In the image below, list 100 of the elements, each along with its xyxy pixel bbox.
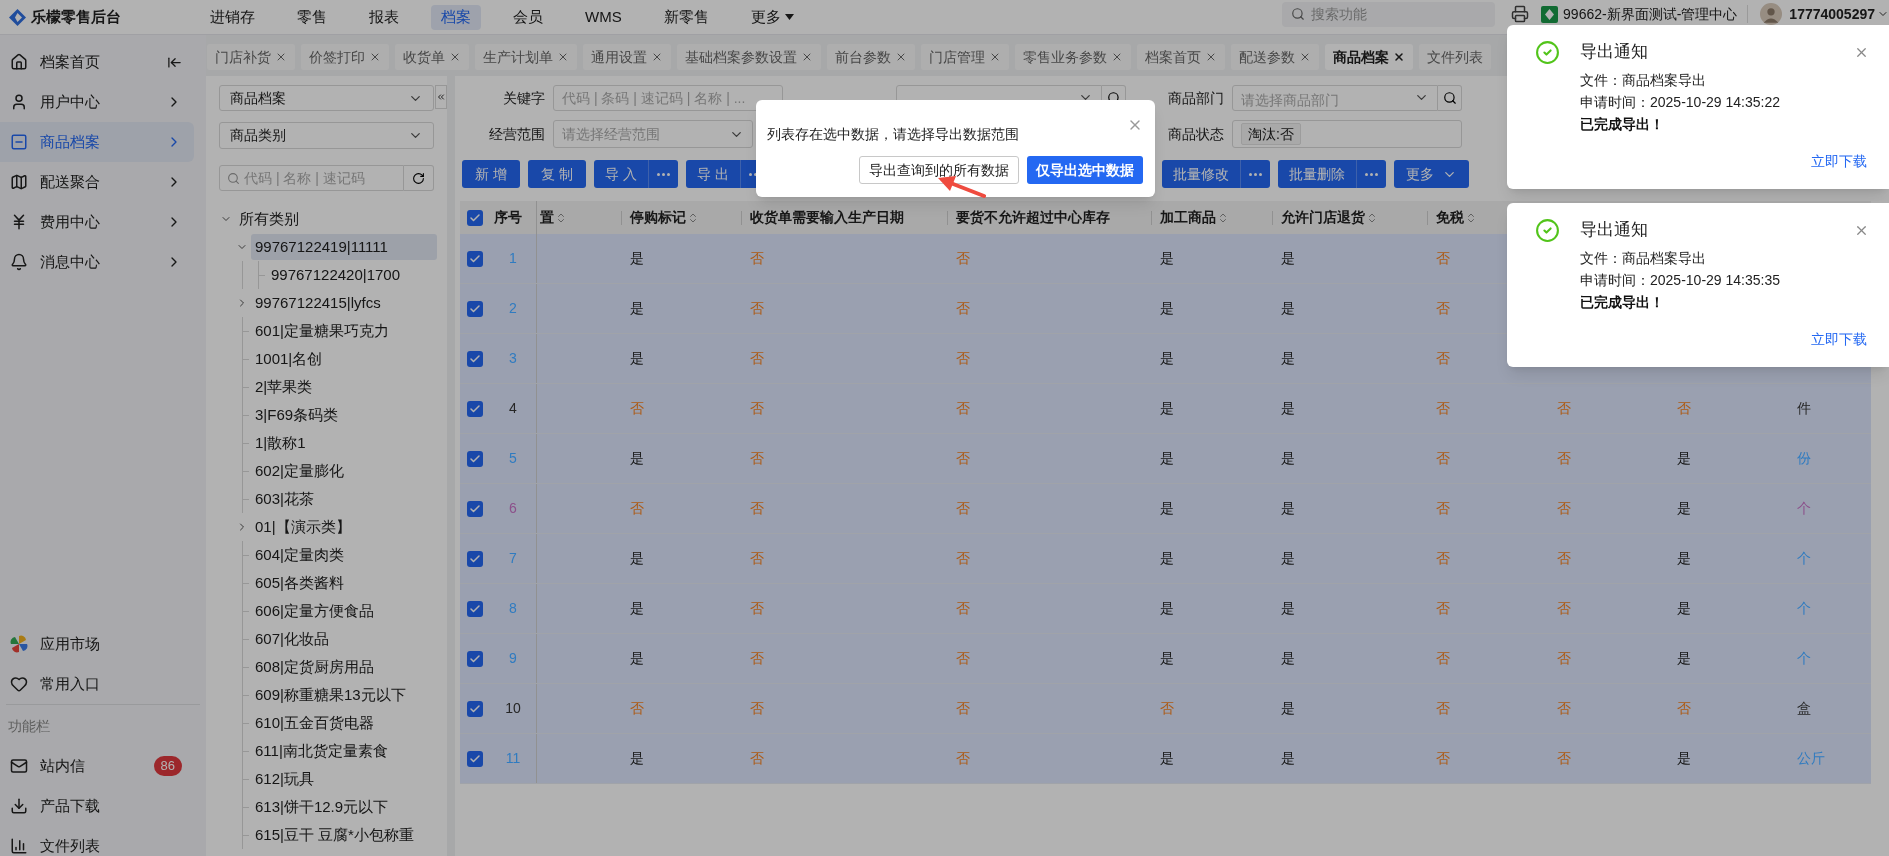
sidebar-item[interactable]: 常用入口	[0, 664, 206, 704]
action-button[interactable]: 导 入	[593, 160, 648, 188]
nav-item[interactable]: 报表	[359, 4, 409, 30]
sidebar-item[interactable]: 用户中心	[0, 82, 194, 122]
nav-item[interactable]: 更多	[740, 4, 804, 30]
table-cell-text: 是	[1160, 249, 1174, 268]
tab[interactable]: 文件列表	[1419, 44, 1491, 70]
table-cell-text: 否	[1436, 599, 1450, 618]
table-cell-text: 否	[956, 399, 970, 418]
nav-item[interactable]: 新零售	[653, 4, 719, 30]
column-header[interactable]: 免税	[1427, 207, 1477, 228]
sidebar-item[interactable]: 应用市场	[0, 624, 206, 664]
dialog-button[interactable]: 导出查询到的所有数据	[859, 156, 1019, 184]
tree-item[interactable]: 99767122420|1700	[267, 262, 437, 288]
table-cell-text: 是	[1281, 549, 1295, 568]
nav-item[interactable]: 进销存	[200, 4, 265, 30]
sidebar-item[interactable]: 费用中心	[0, 202, 194, 242]
tree-item[interactable]: 3|F69条码类	[251, 402, 437, 428]
tree-item[interactable]: 615|豆干 豆腐*小包称重	[251, 822, 437, 848]
tree-item[interactable]: 604|定量肉类	[251, 542, 437, 568]
tab[interactable]: 前台参数	[827, 44, 915, 70]
column-header[interactable]: 停购标记	[621, 207, 699, 228]
table-cell-text: 是	[1281, 399, 1295, 418]
tab[interactable]: 价签打印	[301, 44, 389, 70]
tree-item[interactable]: 1|散称1	[251, 430, 437, 456]
row-number: 2	[509, 299, 517, 318]
column-header[interactable]: 收货单需要输入生产日期	[741, 207, 904, 228]
dialog-button[interactable]: 仅导出选中数据	[1027, 156, 1143, 184]
tree-item[interactable]: 608|定货厨房用品	[251, 654, 437, 680]
tree-item[interactable]: 607|化妆品	[251, 626, 437, 652]
sidebar-item[interactable]: 产品下载	[0, 786, 206, 826]
action-button[interactable]: 批量修改	[1161, 160, 1240, 188]
tab[interactable]: 配送参数	[1231, 44, 1319, 70]
column-header[interactable]: 允许门店退货	[1272, 207, 1378, 228]
action-button[interactable]: 复 制	[527, 160, 586, 188]
notification-status: 已完成导出！	[1580, 115, 1665, 134]
sidebar-item[interactable]: 配送聚合	[0, 162, 194, 202]
dropdown-button[interactable]: 更多	[1393, 160, 1469, 188]
store-name[interactable]: 99662-新界面测试-管理中心	[1563, 3, 1738, 25]
tree-item[interactable]: 612|玩具	[251, 766, 437, 792]
tab[interactable]: 门店管理	[921, 44, 1009, 70]
tree-item[interactable]: 609|称重糖果13元以下	[251, 682, 437, 708]
tab[interactable]: 门店补货	[207, 44, 295, 70]
tab[interactable]: 商品档案	[1325, 44, 1413, 70]
table-cell-text: 否	[956, 549, 970, 568]
nav-item[interactable]: WMS	[575, 4, 632, 30]
row-number: 9	[509, 649, 517, 668]
tree-item[interactable]: 606|定量方便食品	[251, 598, 437, 624]
table-cell-text: 否	[956, 749, 970, 768]
tab[interactable]: 通用设置	[583, 44, 671, 70]
tree-item[interactable]: 610|五金百货电器	[251, 710, 437, 736]
tree-item[interactable]: 602|定量膨化	[251, 458, 437, 484]
archive-select[interactable]: 商品档案	[219, 85, 434, 111]
tab[interactable]: 零售业务参数	[1015, 44, 1131, 70]
sidebar-item[interactable]: 站内信 86	[0, 746, 206, 786]
tree-item[interactable]: 01|【演示类】	[251, 514, 437, 540]
column-header[interactable]: 加工商品	[1151, 207, 1229, 228]
field-label: 经营范围	[489, 124, 545, 144]
tree-item[interactable]: 1001|名创	[251, 346, 437, 372]
action-button[interactable]: 新 增	[462, 160, 520, 188]
tab[interactable]: 基础档案参数设置	[677, 44, 821, 70]
table-cell-text: 是	[1281, 749, 1295, 768]
table-cell-text: 否	[750, 299, 764, 318]
sidebar-item[interactable]: 消息中心	[0, 242, 194, 282]
download-link[interactable]: 立即下载	[1811, 150, 1867, 172]
tab[interactable]: 收货单	[395, 44, 469, 70]
table-cell-text: 否	[1557, 699, 1571, 718]
tree-item[interactable]: 613|饼干12.9元以下	[251, 794, 437, 820]
column-header[interactable]: 置	[537, 207, 567, 228]
action-button[interactable]: 导 出	[685, 160, 740, 188]
user-account[interactable]: 17774005297	[1789, 3, 1875, 25]
category-type-select[interactable]: 商品类别	[219, 122, 434, 149]
tab[interactable]: 生产计划单	[475, 44, 577, 70]
keyword-field[interactable]: 代码 | 条码 | 速记码 | 名称 | ...	[553, 85, 783, 111]
table-cell-text: 是	[1160, 399, 1174, 418]
filter-tag: 淘汰:否	[1241, 123, 1301, 145]
sidebar-item[interactable]: 档案首页	[0, 42, 194, 82]
tree-item[interactable]: 603|花茶	[251, 486, 437, 512]
nav-item[interactable]: 会员	[503, 4, 553, 30]
sidebar-item[interactable]: 文件列表	[0, 826, 206, 856]
tree-item[interactable]: 611|南北货定量素食	[251, 738, 437, 764]
download-link[interactable]: 立即下载	[1811, 328, 1867, 350]
table-cell-text: 否	[750, 349, 764, 368]
table-cell-text: 否	[750, 549, 764, 568]
status-field[interactable]: 淘汰:否	[1232, 120, 1462, 148]
tab[interactable]: 档案首页	[1137, 44, 1225, 70]
tree-item[interactable]: 所有类别	[235, 206, 437, 232]
tree-item[interactable]: 99767122419|11111	[251, 234, 437, 260]
tree-item[interactable]: 99767122415|lyfcs	[251, 290, 437, 316]
tree-item[interactable]: 2|苹果类	[251, 374, 437, 400]
tree-item[interactable]: 605|各类酱料	[251, 570, 437, 596]
column-header[interactable]: 要货不允许超过中心库存	[947, 207, 1110, 228]
nav-item[interactable]: 零售	[287, 4, 337, 30]
field-label: 关键字	[503, 88, 545, 108]
tree-item[interactable]: 601|定量糖果巧克力	[251, 318, 437, 344]
column-header[interactable]: 序号	[490, 207, 522, 228]
table-cell-text: 否	[1436, 449, 1450, 468]
table-cell-text: 是	[1281, 699, 1295, 718]
action-button[interactable]: 批量删除	[1277, 160, 1356, 188]
table-cell-text: 否	[1557, 499, 1571, 518]
